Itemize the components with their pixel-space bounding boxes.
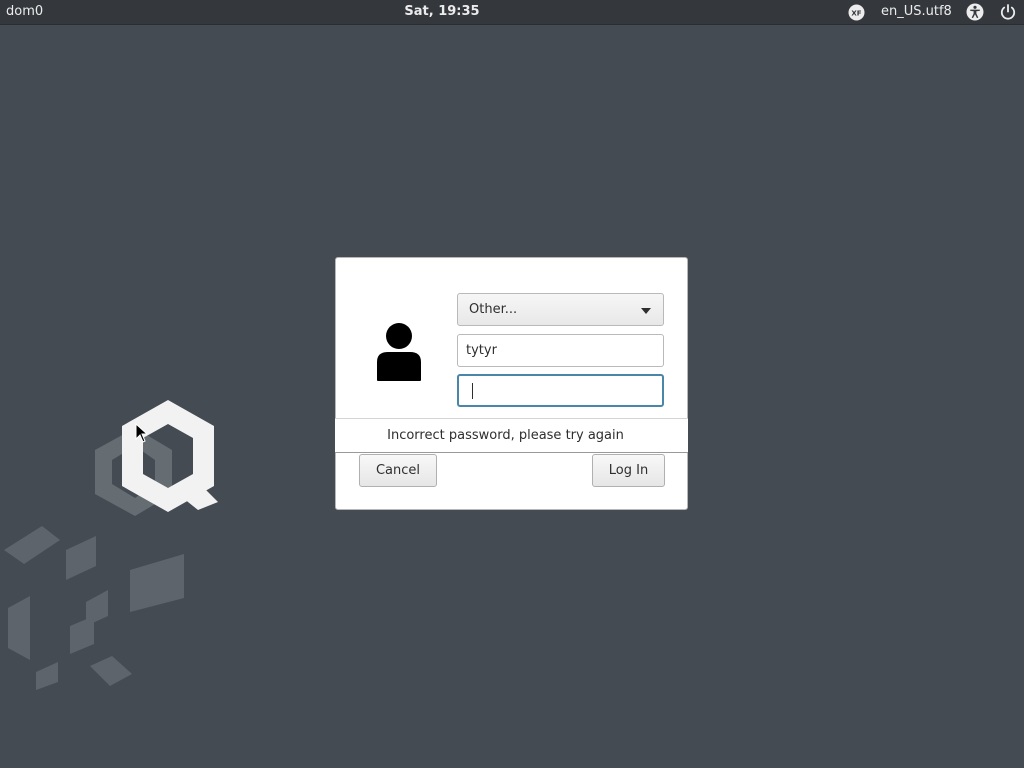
login-button[interactable]: Log In (592, 454, 665, 487)
password-field[interactable] (457, 374, 664, 407)
user-select-value: Other... (469, 302, 518, 317)
user-avatar-icon (377, 323, 421, 381)
keyboard-layout-indicator[interactable]: en_US.utf8 (881, 4, 952, 19)
error-message-bar: Incorrect password, please try again (335, 418, 688, 453)
qubes-logo (4, 400, 218, 690)
svg-text:XF: XF (851, 10, 861, 18)
user-select-dropdown[interactable]: Other... (457, 293, 664, 326)
top-panel: dom0 Sat, 19:35 XF en_US.utf8 (0, 0, 1024, 25)
text-caret (472, 383, 473, 399)
cancel-button[interactable]: Cancel (359, 454, 437, 487)
error-message: Incorrect password, please try again (387, 428, 624, 443)
chevron-down-icon (641, 308, 651, 314)
login-dialog: Other... Incorrect password, please try … (335, 257, 688, 510)
username-field[interactable] (457, 334, 664, 367)
clock[interactable]: Sat, 19:35 (0, 4, 884, 19)
mouse-cursor-icon (135, 423, 147, 443)
xf-icon[interactable]: XF (848, 4, 865, 21)
accessibility-icon[interactable] (966, 3, 984, 21)
power-icon[interactable] (999, 3, 1017, 21)
